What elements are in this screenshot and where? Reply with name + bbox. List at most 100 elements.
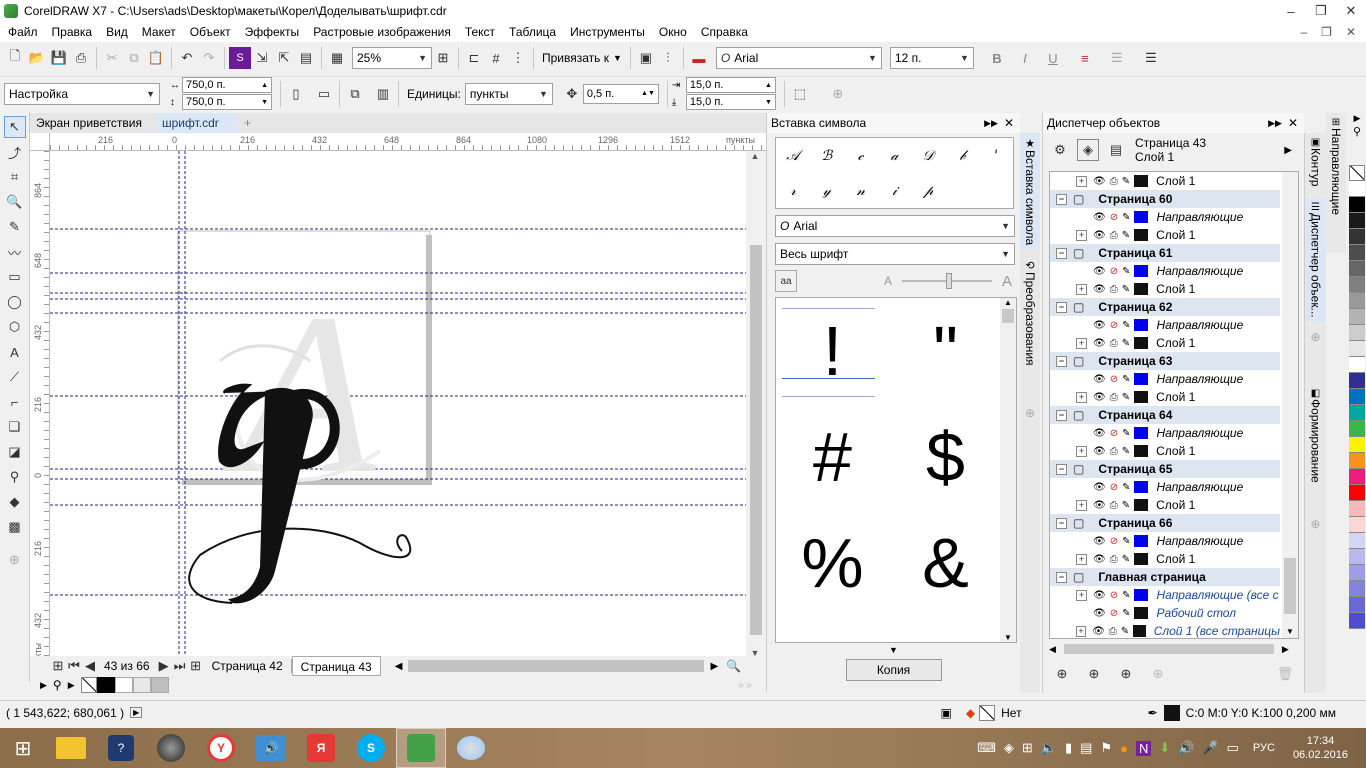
om-page-arrow-icon[interactable]: ▶ [1284, 145, 1292, 156]
collapse-icon[interactable]: − [1056, 571, 1067, 583]
app-launcher-icon[interactable]: ▦ [326, 47, 348, 69]
polygon-tool-icon[interactable]: ⬡ [4, 316, 26, 338]
layer-color-swatch[interactable] [1134, 211, 1149, 223]
eye-icon[interactable]: 👁 [1093, 212, 1106, 223]
zoom-navigator-icon[interactable]: 🔍 [726, 659, 741, 673]
new-icon[interactable]: 🗋 [4, 47, 26, 69]
om-layer-row[interactable]: + 👁 ⎙ ✎ Слой 1 [1050, 280, 1280, 298]
collapse-icon[interactable]: − [1056, 247, 1067, 259]
collapse-icon[interactable]: − [1056, 355, 1067, 367]
no-print-icon[interactable]: ⊘ [1110, 482, 1118, 493]
eye-icon[interactable]: 👁 [1093, 608, 1106, 619]
collapse-icon[interactable]: − [1056, 301, 1067, 313]
eye-icon[interactable]: 👁 [1093, 536, 1106, 547]
om-layer-row[interactable]: 👁 ⊘ ✎ Направляющие [1050, 262, 1280, 280]
palette-scroll-up-icon[interactable]: ▶ [1348, 113, 1366, 125]
palette-swatch[interactable] [1349, 325, 1365, 341]
palette-more-icon[interactable]: ▶ [68, 680, 75, 691]
printer-icon[interactable]: ⎙ [1110, 554, 1118, 565]
preview-glyph[interactable]: ꞌ [994, 148, 998, 164]
guides-icon[interactable]: ⋮ [507, 47, 529, 69]
om-page-row[interactable]: − ▢ Страница 64 [1050, 406, 1280, 424]
add-page-after-icon[interactable]: ⊞ [188, 655, 204, 677]
lock-edit-icon[interactable]: ✎ [1122, 554, 1130, 565]
add-docker-icon[interactable]: ⊕ [1020, 406, 1040, 420]
om-layer-row[interactable]: 👁 ⊘ ✎ Рабочий стол [1050, 604, 1280, 622]
printer-icon[interactable]: ⎙ [1110, 338, 1118, 349]
palette-swatch[interactable] [1349, 613, 1365, 629]
om-page-row[interactable]: − ▢ Страница 61 [1050, 244, 1280, 262]
layer-color-swatch[interactable] [1134, 427, 1149, 439]
drawing-canvas[interactable]: A [50, 151, 746, 658]
eye-icon[interactable]: 👁 [1093, 266, 1106, 277]
page-frame-icon[interactable]: ⬚ [789, 83, 811, 105]
options-icon[interactable]: ▣ [635, 47, 657, 69]
lock-edit-icon[interactable]: ✎ [1122, 446, 1130, 457]
menu-item[interactable]: Окно [659, 25, 687, 39]
italic-icon[interactable]: I [1014, 47, 1036, 69]
snap-to-dropdown[interactable]: Привязать к ▼ [538, 51, 626, 65]
page-width-input[interactable]: 750,0 п. ▲ [182, 77, 272, 93]
signal-icon[interactable]: ▮ [1065, 740, 1072, 756]
palette-swatch[interactable] [1349, 245, 1365, 261]
tab-object-manager[interactable]: ☰ Диспетчер объек... [1305, 198, 1326, 323]
hscroll-left-icon[interactable]: ◀ [395, 661, 403, 672]
onenote-icon[interactable]: N [1135, 740, 1152, 756]
add-icon[interactable]: ⊕ [827, 83, 849, 105]
palette-swatch[interactable] [1349, 309, 1365, 325]
palette-swatch[interactable] [1349, 597, 1365, 613]
maximize-button[interactable]: ❐ [1306, 0, 1336, 22]
layer-color-swatch[interactable] [1133, 625, 1146, 637]
page-preset-select[interactable]: Настройка ▼ [4, 82, 160, 105]
om-hscroll-right-icon[interactable]: ▶ [1282, 644, 1289, 655]
doc-swatch-white[interactable] [114, 677, 133, 693]
eye-icon[interactable]: 👁 [1093, 428, 1106, 439]
clock-date[interactable]: 06.02.2016 [1293, 748, 1348, 762]
font-list-select[interactable]: O Arial ▼ [715, 47, 882, 69]
add-docker-icon-2[interactable]: ⊕ [1305, 330, 1326, 344]
om-hscroll[interactable] [1063, 644, 1274, 654]
no-print-icon[interactable]: ⊘ [1110, 428, 1118, 439]
palette-swatch[interactable] [1349, 565, 1365, 581]
font-size-select[interactable]: 12 п. ▼ [889, 47, 974, 69]
guides-tab[interactable]: ⊞ Направляющие [1326, 113, 1346, 253]
eye-icon[interactable]: 👁 [1093, 320, 1106, 331]
palette-swatch[interactable] [1349, 485, 1365, 501]
om-layer-row[interactable]: + 👁 ⎙ ✎ Слой 1 [1050, 172, 1280, 190]
first-page-icon[interactable]: ⏮ [66, 655, 82, 677]
tray-app-icon[interactable]: ● [1120, 741, 1128, 756]
palette-no-color[interactable] [1349, 165, 1365, 181]
new-master-odd-icon[interactable]: ⊕ [1147, 663, 1169, 685]
om-layer-row[interactable]: 👁 ⊘ ✎ Направляющие [1050, 208, 1280, 226]
palette-swatch[interactable] [1349, 453, 1365, 469]
expand-icon[interactable]: + [1076, 391, 1087, 403]
duplicate-y-input[interactable]: 15,0 п. ▼ [685, 94, 776, 110]
explorer-icon[interactable] [46, 728, 96, 768]
preview-glyph[interactable]: 𝒸 [858, 148, 864, 164]
lock-edit-icon[interactable]: ✎ [1122, 590, 1130, 601]
tab-shaping[interactable]: ◧ Формирование [1305, 384, 1326, 487]
om-layer-row[interactable]: 👁 ⊘ ✎ Направляющие [1050, 316, 1280, 334]
lock-edit-icon[interactable]: ✎ [1122, 536, 1130, 547]
eye-icon[interactable]: 👁 [1093, 446, 1106, 457]
freehand-tool-icon[interactable]: ✎ [4, 216, 26, 238]
no-print-icon[interactable]: ⊘ [1110, 374, 1118, 385]
om-page-row[interactable]: − ▢ Страница 66 [1050, 514, 1280, 532]
symbol-font-select[interactable]: O Arial ▼ [775, 215, 1015, 237]
language-indicator[interactable]: РУС [1253, 742, 1275, 754]
action-center-icon[interactable]: ▭ [1227, 740, 1239, 756]
om-layer-row[interactable]: + 👁 ⎙ ✎ Слой 1 [1050, 388, 1280, 406]
om-page-row[interactable]: − ▢ Страница 60 [1050, 190, 1280, 208]
eye-icon[interactable]: 👁 [1092, 626, 1105, 637]
new-master-layer-icon[interactable]: ⊕ [1083, 663, 1105, 685]
om-layer-row[interactable]: + 👁 ⎙ ✎ Слой 1 (все страницы [1050, 622, 1280, 638]
canvas-vscroll-thumb[interactable] [750, 245, 762, 635]
paste-icon[interactable]: 📋 [145, 47, 167, 69]
palette-swatch[interactable] [1349, 469, 1365, 485]
start-button[interactable]: ⊞ [0, 728, 46, 768]
bullet-list-icon[interactable]: ☰ [1106, 47, 1128, 69]
om-layer-row[interactable]: + 👁 ⊘ ✎ Направляющие (все с [1050, 586, 1280, 604]
expand-icon[interactable]: + [1076, 175, 1087, 187]
no-color-swatch[interactable] [80, 677, 97, 693]
doc-minimize-icon[interactable]: ‒ [1300, 25, 1307, 39]
